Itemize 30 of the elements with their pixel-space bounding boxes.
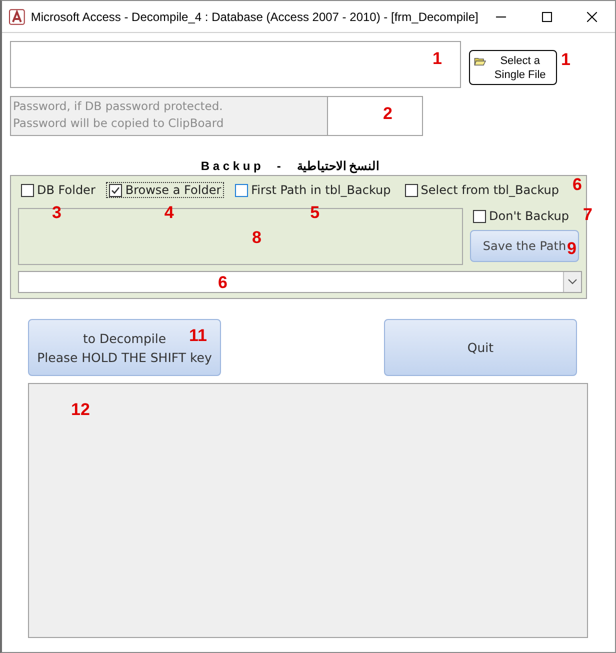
title-separator: -	[276, 159, 281, 173]
close-icon	[587, 12, 598, 22]
annotation-number: 6	[218, 274, 228, 291]
app-icon	[9, 8, 25, 24]
window-title: Microsoft Access - Decompile_4 : Database (Access 2007 - 2010) - [frm_Decompile]	[30, 10, 478, 24]
annotation-number: 6	[572, 176, 582, 193]
checkbox[interactable]: DB Folder	[18, 182, 98, 198]
annotation-number: 3	[52, 204, 62, 221]
quit-button[interactable]: Quit	[384, 319, 577, 376]
annotation-number: 1	[561, 51, 570, 68]
annotation-number: 5	[310, 204, 320, 221]
section-title: النسخ الاحتياطية	[296, 159, 380, 173]
annotation-number: 9	[567, 240, 576, 257]
annotation-number: 2	[383, 105, 392, 122]
checkbox[interactable]: First Path in tbl_Backup	[232, 182, 394, 198]
checkbox[interactable]: Browse a Folder	[106, 182, 224, 198]
select-file-button[interactable]: Select a Single File	[469, 50, 557, 85]
checkbox[interactable]: Select from tbl_Backup	[402, 182, 562, 198]
section-title: B a c k u p	[200, 159, 261, 173]
password-field[interactable]: Password, if DB password protected. Password will be copied to ClipBoard	[11, 97, 328, 135]
backup-path-dropdown[interactable]: 6	[18, 271, 582, 293]
annotation-number: 11	[189, 327, 207, 344]
annotation-number: 4	[164, 204, 174, 221]
maximize-icon	[542, 12, 552, 22]
checkbox[interactable]: Don't Backup	[470, 208, 579, 224]
annotation-number: 7	[583, 206, 592, 223]
annotation-number: 12	[71, 401, 90, 418]
annotation-number: 1	[432, 50, 442, 67]
file-path-field[interactable]: 1	[10, 41, 461, 88]
annotation-number: 8	[252, 229, 262, 246]
